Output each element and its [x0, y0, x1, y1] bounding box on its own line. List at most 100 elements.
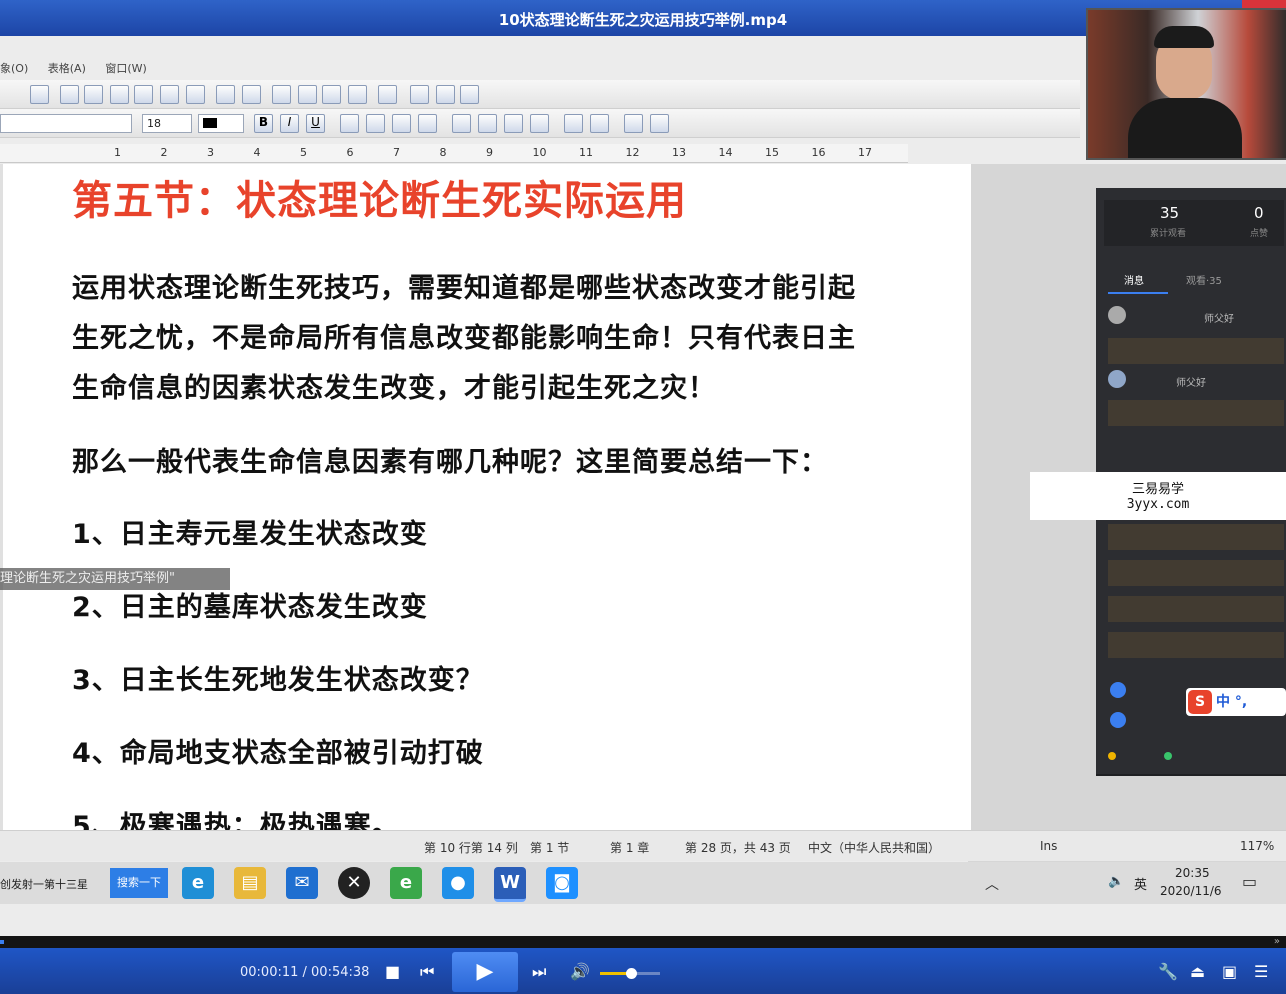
font-family-select[interactable] — [0, 114, 132, 133]
spell-check-icon[interactable] — [272, 85, 291, 104]
ime-mode: 中 °, — [1216, 694, 1248, 710]
ruler-mark: 12 — [625, 146, 640, 159]
format-toolbar: 18 B I U — [0, 109, 1080, 138]
site-watermark: 三易易学 3yyx.com — [1030, 472, 1286, 520]
tab-left-icon[interactable] — [452, 114, 471, 133]
ie-icon[interactable]: e — [390, 867, 422, 899]
sogou-ime-bar[interactable]: S中 °, — [1186, 688, 1286, 716]
fullscreen-icon[interactable]: ▣ — [1222, 962, 1237, 981]
volume-icon[interactable]: 🔈 — [1108, 874, 1124, 889]
outdent-icon[interactable] — [650, 114, 669, 133]
mail-icon[interactable]: ✉ — [286, 867, 318, 899]
underline-button[interactable]: U — [306, 114, 325, 133]
tab-messages[interactable]: 消息 — [1124, 272, 1144, 287]
eject-icon[interactable]: ⏏ — [1190, 962, 1205, 981]
menu-table[interactable]: 表格(A) — [48, 62, 86, 75]
zoom-icon[interactable] — [160, 85, 179, 104]
stop-button[interactable]: ■ — [385, 962, 400, 981]
search-button[interactable]: 搜索一下 — [110, 868, 168, 898]
tab-viewers[interactable]: 观看·35 — [1186, 272, 1222, 287]
volume-knob[interactable] — [626, 968, 637, 979]
macro-icon[interactable] — [436, 85, 455, 104]
avatar — [1110, 682, 1126, 698]
watermark-url: 3yyx.com — [1126, 497, 1190, 512]
webcam-overlay — [1086, 8, 1286, 160]
ruler-mark: 10 — [532, 146, 547, 159]
chart-icon[interactable] — [298, 85, 317, 104]
align-right-icon[interactable] — [392, 114, 411, 133]
form-icon[interactable] — [110, 85, 129, 104]
font-color-select[interactable] — [198, 114, 244, 133]
clock-time[interactable]: 20:35 — [1175, 866, 1210, 880]
tab-center-icon[interactable] — [504, 114, 523, 133]
chat-message — [1108, 632, 1284, 658]
database-icon[interactable] — [460, 85, 479, 104]
columns-icon[interactable] — [348, 85, 367, 104]
find-icon[interactable] — [30, 85, 49, 104]
seek-bar[interactable]: » — [0, 936, 1286, 948]
indent-icon[interactable] — [624, 114, 643, 133]
windows-taskbar: 创发射一第十三星 搜索一下 e ▤ ✉ ✕ e ● W ◙ ︿ 🔈 英 20:3… — [0, 862, 1286, 904]
binoculars-icon[interactable] — [378, 85, 397, 104]
italic-button[interactable]: I — [280, 114, 299, 133]
paragraph-line-1: 运用状态理论断生死技巧，需要知道都是哪些状态改变才能引起 — [72, 273, 856, 304]
tab-right-icon[interactable] — [478, 114, 497, 133]
previous-button[interactable]: ⏮ — [420, 962, 434, 982]
volume-icon[interactable]: 🔊 — [570, 962, 590, 981]
font-size-select[interactable]: 18 — [142, 114, 192, 133]
frame-icon[interactable] — [84, 85, 103, 104]
ruler-mark: 5 — [300, 146, 307, 159]
expand-icon[interactable]: » — [1274, 936, 1280, 947]
align-center-icon[interactable] — [366, 114, 385, 133]
ruler-mark: 2 — [160, 146, 168, 159]
file-explorer-icon[interactable]: ▤ — [234, 867, 266, 899]
ruler-mark: 6 — [346, 146, 354, 159]
sogou-icon[interactable]: S — [1188, 690, 1212, 714]
image-icon[interactable] — [242, 85, 261, 104]
table-icon[interactable] — [60, 85, 79, 104]
tab-decimal-icon[interactable] — [530, 114, 549, 133]
playback-time: 00:00:11 / 00:54:38 — [240, 965, 370, 980]
player-controls: 00:00:11 / 00:54:38 ■ ⏮ ▶ ⏭ 🔊 🔧 ⏏ ▣ ☰ — [0, 948, 1286, 994]
list-item: 3、日主长生死地发生状态改变？ — [72, 665, 484, 696]
screen-recorder-icon[interactable]: ◙ — [546, 867, 578, 899]
ruler-mark: 11 — [579, 146, 593, 159]
menu-window[interactable]: 窗口(W) — [105, 62, 146, 75]
align-left-icon[interactable] — [340, 114, 359, 133]
filter-icon[interactable] — [410, 85, 429, 104]
playlist-icon[interactable]: ☰ — [1254, 962, 1268, 981]
text-box-icon[interactable] — [216, 85, 235, 104]
xbox-icon[interactable]: ✕ — [338, 867, 370, 899]
app-icon[interactable]: ● — [442, 867, 474, 899]
word-status-bar: 第 10 行第 14 列 第 1 节 第 1 章 第 28 页，共 43 页 中… — [0, 830, 1286, 861]
play-button[interactable]: ▶ — [452, 952, 518, 992]
next-button[interactable]: ⏭ — [532, 962, 546, 982]
tray-up-icon[interactable]: ︿ — [985, 874, 999, 894]
justify-icon[interactable] — [418, 114, 437, 133]
document-heading: 第五节：状态理论断生死实际运用 — [72, 178, 687, 224]
bold-button[interactable]: B — [254, 114, 273, 133]
word-icon[interactable]: W — [494, 867, 526, 902]
chat-message — [1108, 560, 1284, 586]
zoom-out-icon[interactable] — [186, 85, 205, 104]
file-tooltip: 理论断生死之灾运用技巧举例" — [0, 568, 230, 590]
card-icon[interactable] — [1164, 752, 1172, 760]
numbered-list-icon[interactable] — [564, 114, 583, 133]
paragraph-line-3: 生命信息的因素状态发生改变，才能引起生死之灾！ — [72, 373, 716, 404]
notification-icon[interactable]: ▭ — [1242, 872, 1257, 891]
clock-date[interactable]: 2020/11/6 — [1160, 884, 1222, 898]
gift-icon[interactable] — [1108, 752, 1116, 760]
seek-fill — [0, 940, 4, 944]
ime-indicator[interactable]: 英 — [1134, 874, 1147, 893]
grid-icon[interactable] — [134, 85, 153, 104]
tools-icon[interactable]: 🔧 — [1158, 962, 1178, 981]
copy-icon[interactable] — [322, 85, 341, 104]
menu-object[interactable]: 象(O) — [0, 62, 28, 75]
horizontal-ruler[interactable]: 1 2 3 4 5 6 7 8 9 10 11 12 13 14 15 16 17 — [0, 144, 908, 163]
watermark-cn: 三易易学 — [1131, 482, 1184, 497]
chat-message — [1108, 596, 1284, 622]
status-line-col: 第 10 行第 14 列 — [424, 841, 518, 855]
bullet-list-icon[interactable] — [590, 114, 609, 133]
edge-icon[interactable]: e — [182, 867, 214, 899]
viewer-count-label: 累计观看 — [1150, 229, 1187, 239]
